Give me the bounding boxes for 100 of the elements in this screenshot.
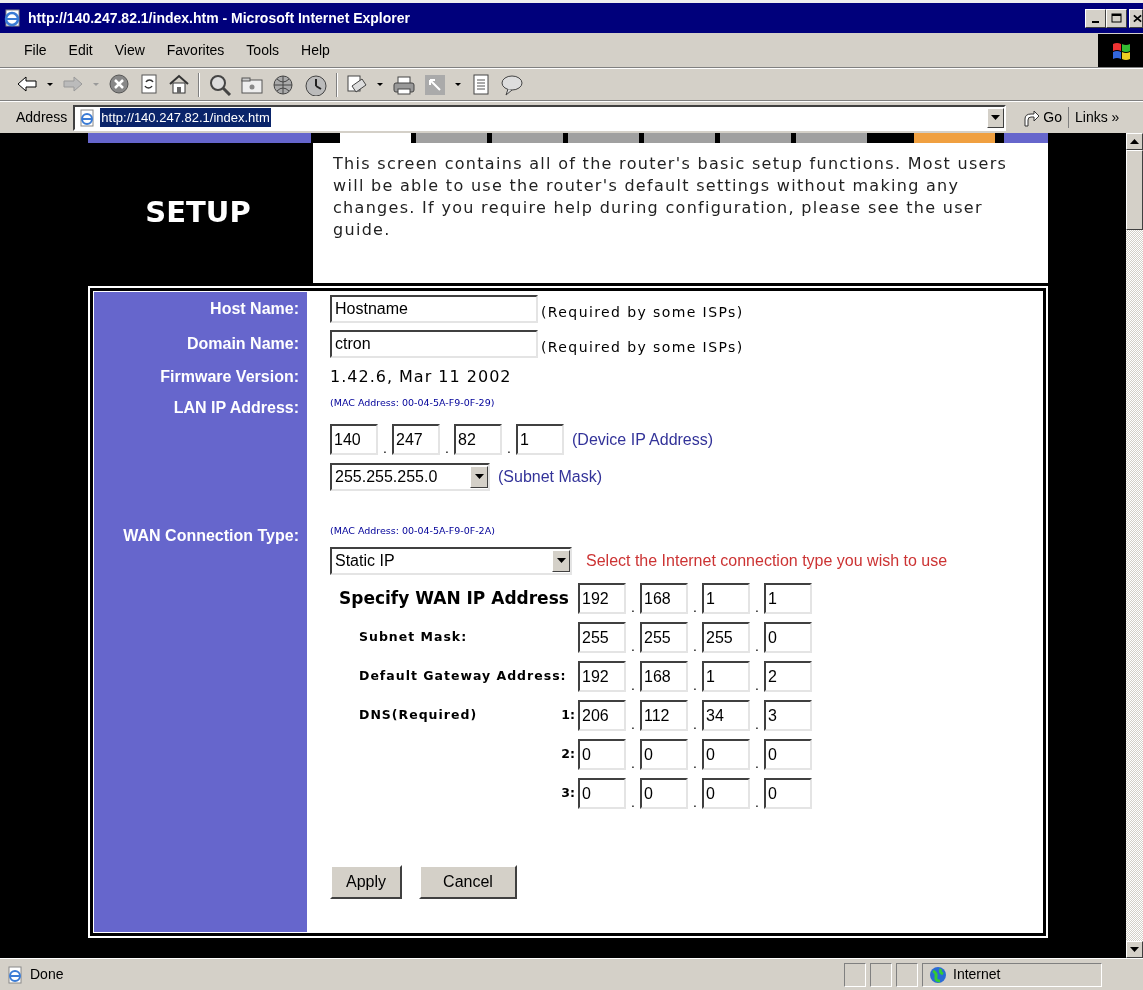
page-icon (6, 965, 24, 984)
menu-item[interactable]: Favorites (155, 37, 236, 63)
field-label: DNS(Required) (359, 706, 478, 725)
field-label: Domain Name: (186, 334, 299, 354)
ip-octet-field[interactable]: 0 (640, 739, 688, 770)
ip-octet-field[interactable]: 192 (578, 661, 626, 692)
minimize-button[interactable] (1085, 8, 1106, 28)
page-title: SETUP (145, 194, 251, 232)
menu-item[interactable]: Tools (235, 37, 291, 63)
ip-octet-field[interactable]: 168 (640, 661, 688, 692)
menu-item[interactable]: File (13, 37, 58, 63)
field-label: Subnet Mask: (359, 628, 468, 647)
ip-octet-field[interactable]: 255 (702, 622, 750, 653)
connection-type-dropdown[interactable]: Static IP (330, 547, 572, 575)
octet-separator: . (754, 756, 760, 770)
go-button[interactable]: Go (1020, 107, 1070, 128)
domain-name-field[interactable]: ctron (330, 330, 538, 358)
ip-octet-field[interactable]: 255 (640, 622, 688, 653)
status-panel (844, 962, 866, 987)
maximize-icon (1111, 13, 1122, 23)
apply-button[interactable]: Apply (330, 865, 402, 899)
document-icon[interactable] (470, 73, 492, 96)
ip-octet-field[interactable]: 0 (764, 622, 812, 653)
clock-icon[interactable] (304, 73, 328, 96)
stop-icon[interactable] (108, 73, 130, 96)
hint-text: Select the Internet connection type you wish to use (586, 551, 948, 571)
octet-separator: . (754, 600, 760, 614)
ip-octet-field[interactable]: 0 (702, 778, 750, 809)
down-arrow-icon[interactable] (1130, 947, 1139, 952)
field-label: LAN IP Address: (173, 398, 299, 418)
globe-icon (929, 965, 947, 984)
maximize-button[interactable] (1106, 8, 1127, 28)
ip-octet-field[interactable]: 247 (392, 424, 440, 455)
up-arrow-icon[interactable] (1130, 139, 1139, 144)
octet-separator: . (630, 756, 636, 770)
caret-icon (991, 114, 1001, 121)
ip-octet-field[interactable]: 0 (702, 739, 750, 770)
menu-item[interactable]: View (103, 37, 156, 63)
url-text: http://140.247.82.1/index.htm (100, 107, 271, 128)
ip-octet-field[interactable]: 1 (702, 661, 750, 692)
ip-octet-field[interactable]: 1 (702, 583, 750, 614)
ip-octet-field[interactable]: 0 (578, 739, 626, 770)
zone-text: Internet (953, 965, 1001, 984)
ip-octet-field[interactable]: 140 (330, 424, 378, 455)
go-arrow-icon (1022, 108, 1041, 127)
field-label: 1: (561, 706, 575, 725)
scroll-thumb[interactable] (1126, 150, 1143, 230)
field-label: Default Gateway Address: (359, 667, 567, 686)
field-label: 2: (561, 745, 575, 764)
ip-octet-field[interactable]: 192 (578, 583, 626, 614)
ip-octet-field[interactable]: 82 (454, 424, 502, 455)
status-panel (896, 962, 918, 987)
address-label: Address (16, 108, 68, 127)
dropdown-button[interactable] (470, 466, 488, 488)
search-icon[interactable] (208, 73, 232, 96)
octet-separator: . (630, 795, 636, 809)
ip-octet-field[interactable]: 2 (764, 661, 812, 692)
ip-octet-field[interactable]: 112 (640, 700, 688, 731)
home-icon[interactable] (168, 73, 190, 96)
close-button[interactable] (1129, 8, 1143, 28)
field-label: Specify WAN IP Address (339, 586, 569, 610)
ip-octet-field[interactable]: 34 (702, 700, 750, 731)
status-text: Done (30, 965, 64, 984)
subnet-mask-dropdown[interactable]: 255.255.255.0 (330, 463, 490, 491)
octet-separator: . (692, 756, 698, 770)
field-label: 3: (561, 784, 575, 803)
hint-text: (Device IP Address) (572, 429, 714, 450)
octet-separator: . (692, 717, 698, 731)
ip-octet-field[interactable]: 0 (764, 778, 812, 809)
speech-bubble-icon[interactable] (500, 73, 524, 96)
menu-item[interactable]: Edit (57, 37, 104, 63)
ip-octet-field[interactable]: 1 (516, 424, 564, 455)
vertical-scrollbar[interactable] (1126, 133, 1143, 958)
ip-octet-field[interactable]: 3 (764, 700, 812, 731)
field-label: Host Name: (210, 299, 299, 319)
ip-octet-field[interactable]: 168 (640, 583, 688, 614)
octet-separator: . (754, 717, 760, 731)
hint-text: (Required by some ISPs) (541, 338, 744, 357)
dropdown-button[interactable] (552, 550, 570, 572)
ip-octet-field[interactable]: 255 (578, 622, 626, 653)
menu-item[interactable]: Help (290, 37, 341, 63)
dropdown-button[interactable] (987, 107, 1005, 128)
host-name-field[interactable]: Hostname (330, 295, 538, 323)
octet-separator: . (692, 600, 698, 614)
refresh-icon[interactable] (138, 73, 160, 96)
description-text: This screen contains all of the router's basic setup functions. Most users will be able to use the router's default settings without making any changes. If you require help during configuration, please see the user guide. (333, 153, 1008, 241)
minimize-icon (1092, 20, 1099, 23)
page-icon (78, 108, 97, 127)
firmware-version: 1.42.6, Mar 11 2002 (330, 366, 512, 388)
links-button[interactable]: Links » (1075, 107, 1120, 128)
ip-octet-field[interactable]: 0 (764, 739, 812, 770)
address-field[interactable]: http://140.247.82.1/index.htm (73, 104, 1007, 131)
window-title: http://140.247.82.1/index.htm - Microsoft Internet Explorer (28, 8, 410, 28)
ip-octet-field[interactable]: 206 (578, 700, 626, 731)
cancel-button[interactable]: Cancel (419, 865, 517, 899)
globe-icon[interactable] (272, 73, 296, 96)
ip-octet-field[interactable]: 1 (764, 583, 812, 614)
ip-octet-field[interactable]: 0 (578, 778, 626, 809)
ip-octet-field[interactable]: 0 (640, 778, 688, 809)
printer-icon[interactable] (392, 73, 416, 96)
